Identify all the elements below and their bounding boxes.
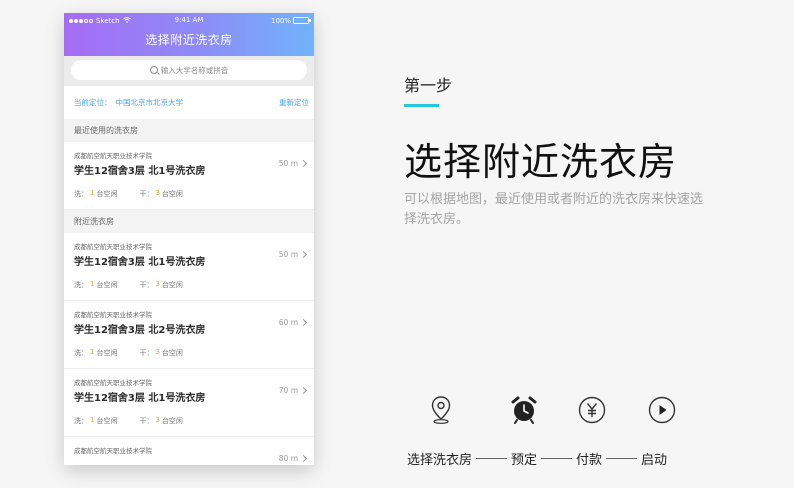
main-title: 选择附近洗衣房 [404,140,678,184]
laundry-availability: 洗： 1 台空闲 干： 3 台空闲 [74,348,183,357]
laundry-availability: 洗： 1 台空闲 干： 3 台空闲 [74,189,183,198]
chevron-right-icon [299,250,308,259]
location-pin-icon [424,393,458,427]
location-label: 当前定位： [74,98,112,107]
section-recent-title: 最近使用的洗衣房 [64,119,314,142]
flow-connector [541,458,573,459]
flow-connector [476,458,508,459]
flow-steps: 选择洗衣房 预定 付款 启动 [407,449,667,468]
step-label: 第一步 [404,76,453,95]
battery-icon [293,17,311,24]
phone-header: Sketch 9:41 AM 100% 选择附近洗衣房 [64,13,314,56]
laundry-item[interactable]: 成都航空航天职业技术学院 学生12宿舍3层 北2号洗衣房 洗： 1 台空闲 干： 3 台… [64,301,314,369]
laundry-school: 成都航空航天职业技术学院 [74,379,152,387]
step-underline [404,104,439,107]
flow-step-pay: 付款 [576,453,603,468]
laundry-school: 成都航空航天职业技术学院 [74,311,152,319]
flow-step-reserve: 预定 [511,453,538,468]
location-value: 中国北京市北京大学 [115,98,184,107]
section-nearby-title: 附近洗衣房 [64,210,314,233]
flow-step-start: 启动 [641,453,668,468]
chevron-right-icon [299,159,308,168]
laundry-distance: 50 m [279,159,308,168]
search-icon [149,66,158,74]
laundry-school: 成都航空航天职业技术学院 [74,243,152,251]
flow-icons [0,393,794,429]
location-row: 当前定位： 中国北京市北京大学 重新定位 [64,86,314,119]
flow-connector [606,458,638,459]
laundry-item[interactable]: 成都航空航天职业技术学院 学生12宿舍3层 北1号洗衣房 洗： 1 台空闲 干： 3 台… [64,233,314,301]
search-placeholder: 输入大学名称或拼音 [160,65,229,75]
laundry-item[interactable]: 成都航空航天职业技术学院 学生12宿舍3层 北1号洗衣房 洗： 1 台空闲 干： 3 台… [64,142,314,210]
laundry-distance: 80 m [279,454,308,463]
relocate-link[interactable]: 重新定位 [279,97,309,108]
search-input[interactable]: 输入大学名称或拼音 [71,60,307,80]
laundry-item[interactable]: 成都航空航天职业技术学院 80 m [64,437,314,465]
laundry-name: 学生12宿舍3层 北1号洗衣房 [74,257,206,268]
laundry-name: 学生12宿舍3层 北1号洗衣房 [74,166,206,177]
search-area: 输入大学名称或拼音 [64,56,314,86]
step-description: 可以根据地图，最近使用或者附近的洗衣房来快速选择洗衣房。 [404,192,704,227]
laundry-availability: 洗： 1 台空闲 干： 3 台空闲 [74,280,183,289]
alarm-clock-icon [507,393,541,427]
play-circle-icon [645,393,679,427]
laundry-distance: 50 m [279,250,308,259]
chevron-right-icon [299,454,308,463]
laundry-school: 成都航空航天职业技术学院 [74,152,152,160]
laundry-distance: 60 m [279,318,308,327]
flow-step-select: 选择洗衣房 [407,453,473,468]
nav-title: 选择附近洗衣房 [145,33,233,47]
laundry-school: 成都航空航天职业技术学院 [74,447,152,455]
status-bar: Sketch 9:41 AM 100% [64,13,314,28]
yen-coin-icon [575,393,609,427]
laundry-name: 学生12宿舍3层 北2号洗衣房 [74,325,206,336]
status-time: 9:41 AM [174,16,204,24]
chevron-right-icon [299,318,308,327]
